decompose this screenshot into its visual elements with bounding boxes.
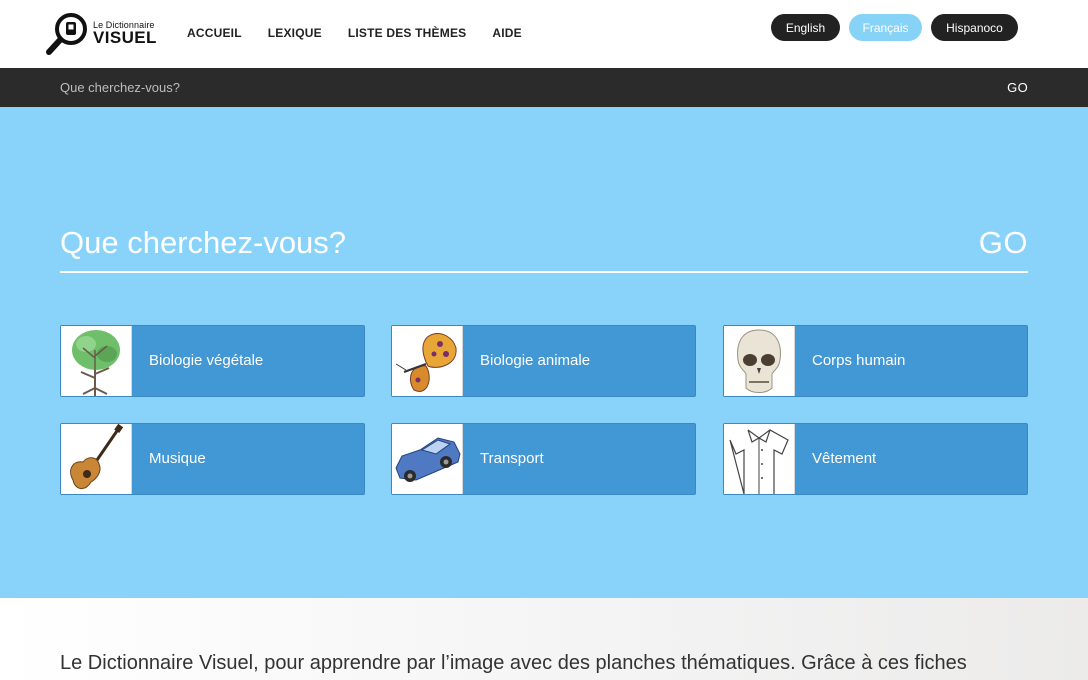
theme-card-musique[interactable]: Musique: [60, 423, 365, 495]
search-strip-input[interactable]: Que cherchez-vous?: [60, 80, 180, 95]
search-strip-go-button[interactable]: GO: [1007, 80, 1028, 95]
hero-section: Que cherchez-vous? GO Biologie végétale: [0, 107, 1088, 598]
guitar-icon: [70, 423, 124, 489]
intro-section: Le Dictionnaire Visuel, pour apprendre p…: [0, 598, 1088, 680]
site-logo[interactable]: Le Dictionnaire VISUEL: [46, 12, 162, 56]
car-icon: [395, 437, 461, 482]
theme-card-biologie-animale[interactable]: Biologie animale: [391, 325, 696, 397]
hero-search-input[interactable]: Que cherchez-vous?: [60, 225, 346, 261]
magnifier-logo-icon: [46, 13, 87, 55]
top-header: Le Dictionnaire VISUEL ACCUEIL LEXIQUE L…: [0, 0, 1088, 68]
hero-search-field[interactable]: Que cherchez-vous? GO: [60, 223, 1028, 273]
theme-label: Vêtement: [812, 450, 877, 467]
lang-hispanoco-button[interactable]: Hispanoco: [931, 14, 1018, 41]
nav-aide[interactable]: AIDE: [492, 26, 521, 42]
theme-card-transport[interactable]: Transport: [391, 423, 696, 495]
language-switcher: English Français Hispanoco: [771, 14, 1018, 41]
shirt-icon: [729, 429, 789, 495]
lang-francais-button[interactable]: Français: [849, 14, 922, 41]
tree-icon: [72, 330, 120, 396]
theme-label: Musique: [149, 450, 206, 467]
intro-text: Le Dictionnaire Visuel, pour apprendre p…: [60, 652, 967, 674]
nav-lexique[interactable]: LEXIQUE: [268, 26, 322, 42]
theme-label: Transport: [480, 450, 544, 467]
theme-card-biologie-vegetale[interactable]: Biologie végétale: [60, 325, 365, 397]
lang-english-button[interactable]: English: [771, 14, 840, 41]
skull-icon: [737, 329, 781, 393]
theme-card-corps-humain[interactable]: Corps humain: [723, 325, 1028, 397]
theme-label: Biologie végétale: [149, 352, 264, 369]
theme-card-vetement[interactable]: Vêtement: [723, 423, 1028, 495]
theme-label: Corps humain: [812, 352, 906, 369]
butterfly-icon: [395, 333, 457, 392]
nav-accueil[interactable]: ACCUEIL: [187, 26, 242, 42]
nav-liste-des-themes[interactable]: LISTE DES THÈMES: [348, 26, 467, 42]
search-strip: Que cherchez-vous? GO: [0, 68, 1088, 107]
theme-label: Biologie animale: [480, 352, 591, 369]
main-nav: ACCUEIL LEXIQUE LISTE DES THÈMES AIDE: [187, 26, 548, 42]
logo-title: VISUEL: [93, 28, 157, 47]
hero-go-button[interactable]: GO: [979, 225, 1028, 261]
